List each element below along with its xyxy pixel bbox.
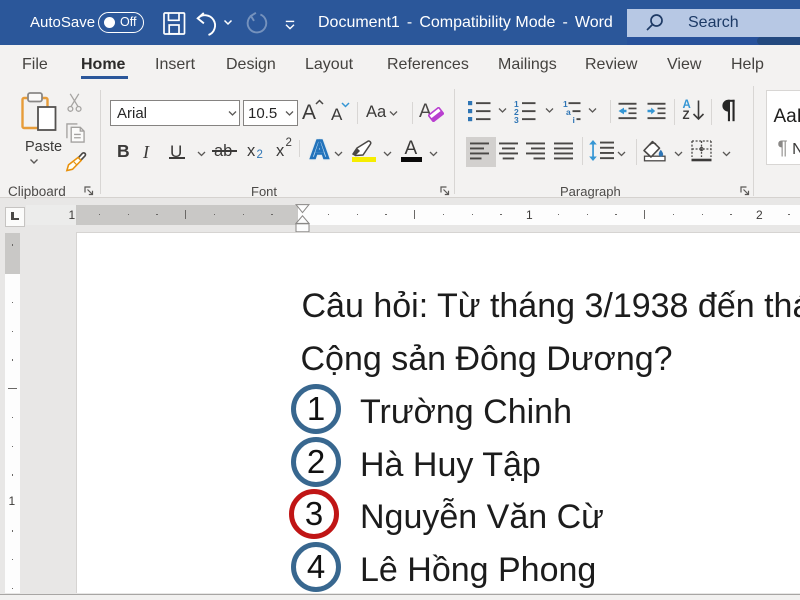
- svg-text:3: 3: [514, 115, 519, 124]
- svg-text:a: a: [566, 107, 571, 117]
- svg-text:i: i: [573, 115, 575, 124]
